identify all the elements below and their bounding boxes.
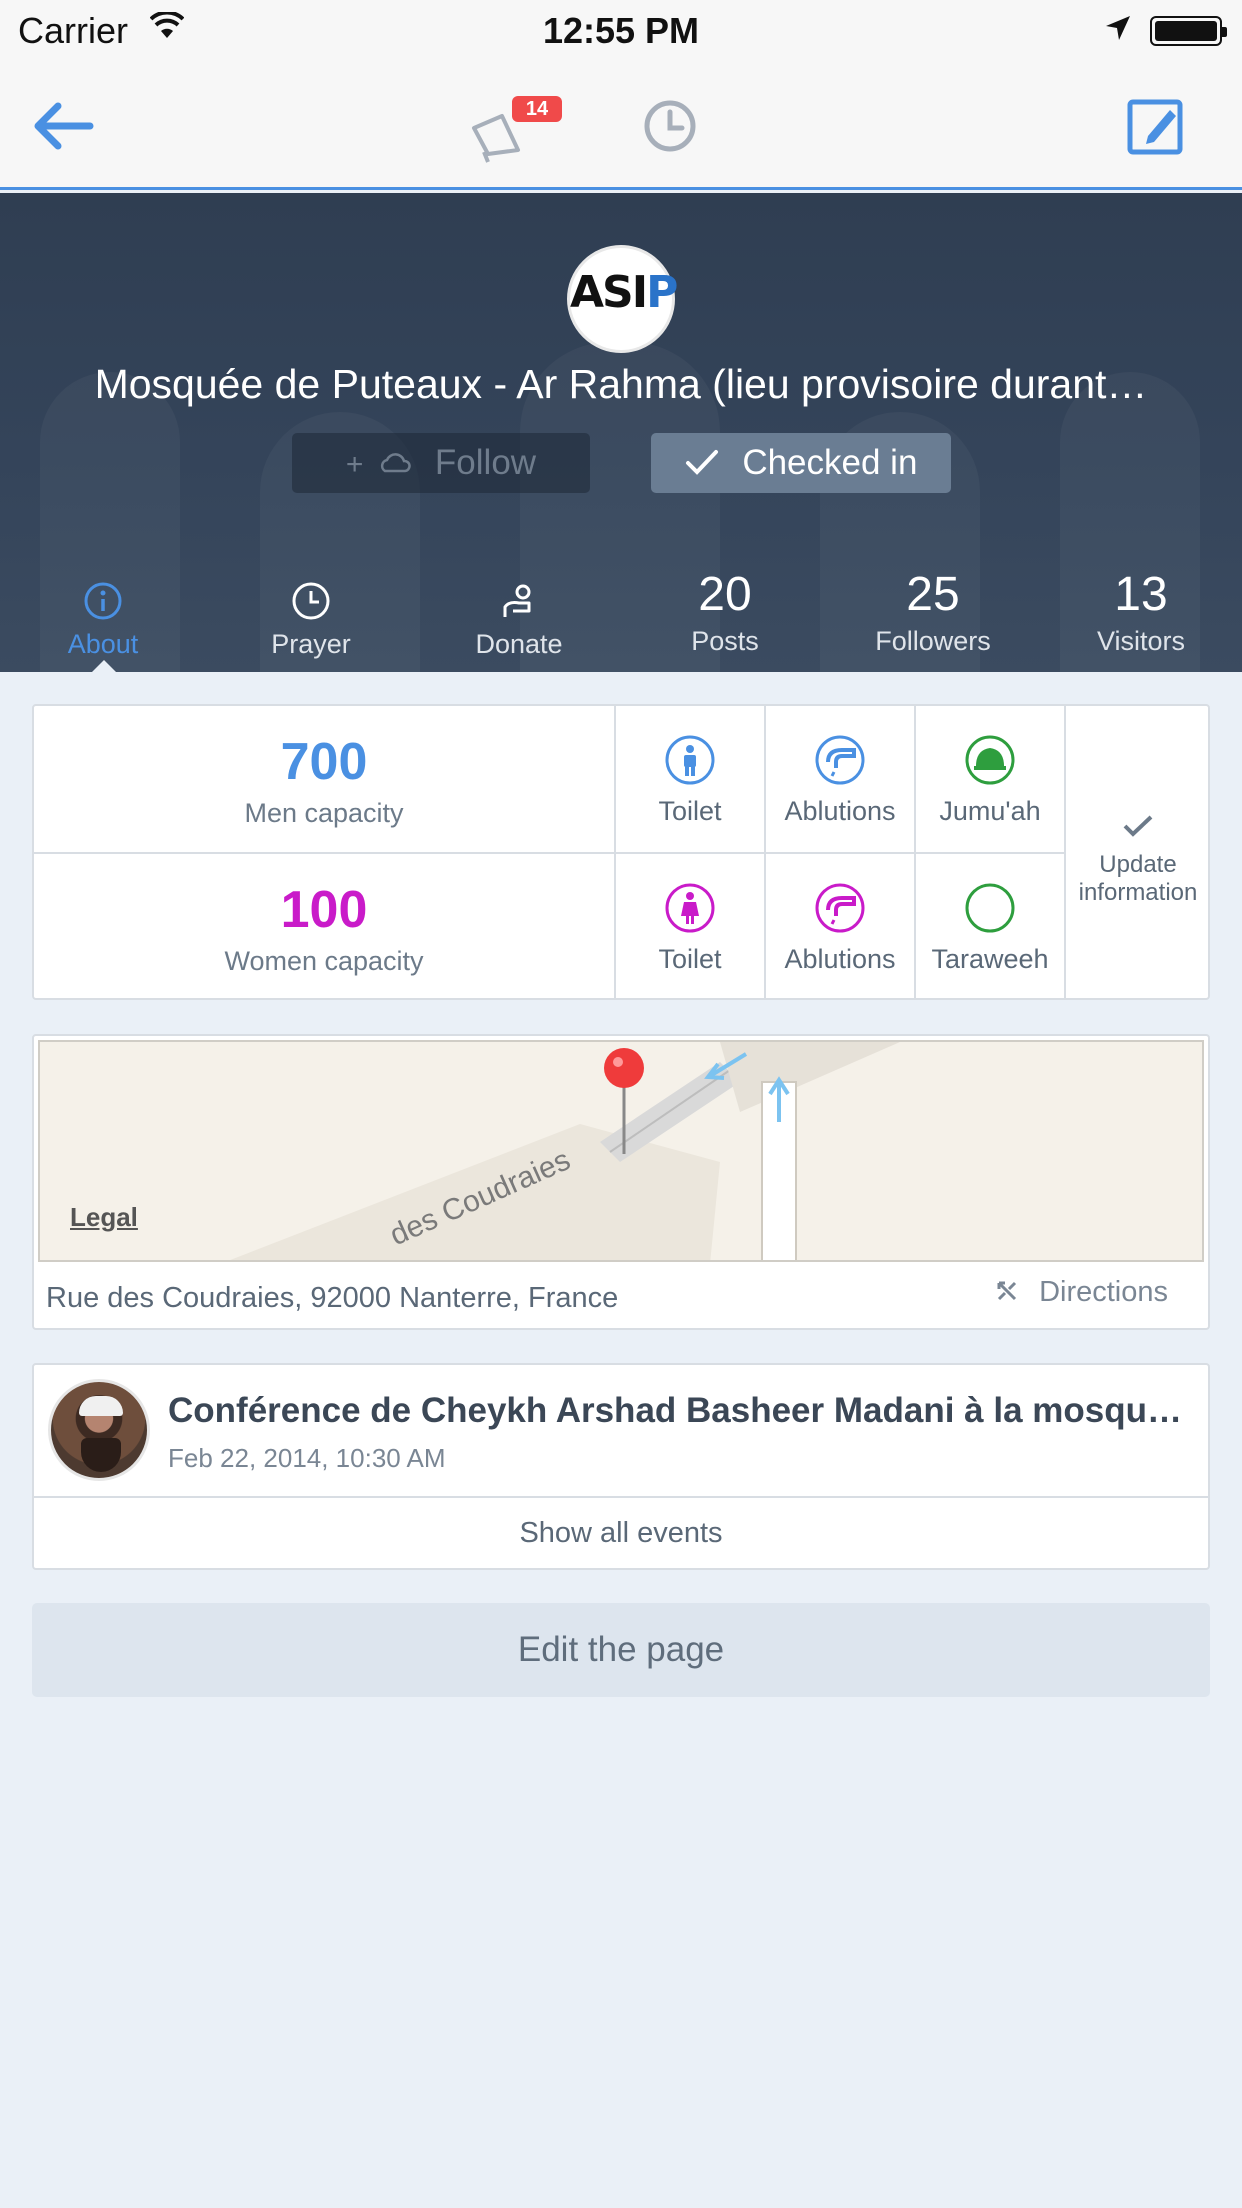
plus-icon: + <box>345 448 364 481</box>
followers-count: 25 <box>906 568 960 621</box>
cloud-icon <box>381 452 411 472</box>
men-ablutions-icon <box>815 735 865 785</box>
location-arrow-icon <box>1106 16 1130 40</box>
women-capacity-label: Women capacity <box>224 946 424 976</box>
followers-label: Followers <box>875 626 991 656</box>
notifications-button[interactable]: 14 <box>468 96 562 166</box>
navigation-bar: 14 <box>0 60 1242 190</box>
stat-followers[interactable]: 25 Followers <box>833 568 1033 657</box>
map-legal-link[interactable]: Legal <box>70 1202 138 1233</box>
event-item[interactable]: Conférence de Cheykh Arshad Basheer Mada… <box>34 1365 1208 1498</box>
women-toilet-cell: Toilet <box>616 854 766 998</box>
update-label-line1: Update <box>1099 851 1177 878</box>
speaker-avatar <box>48 1379 150 1481</box>
jumuah-mosque-icon <box>965 735 1015 785</box>
compose-icon[interactable] <box>1126 96 1186 156</box>
men-toilet-icon <box>665 735 715 785</box>
visitors-count: 13 <box>1114 568 1168 621</box>
posts-count: 20 <box>698 568 752 621</box>
directions-label: Directions <box>1039 1276 1168 1308</box>
stat-visitors[interactable]: 13 Visitors <box>1041 568 1241 657</box>
checkmark-icon <box>685 449 718 475</box>
jumuah-cell: Jumu'ah <box>916 706 1066 854</box>
place-title: Mosquée de Puteaux - Ar Rahma (lieu prov… <box>94 361 1148 407</box>
map-view[interactable]: des Coudraies Legal <box>38 1040 1204 1262</box>
posts-label: Posts <box>691 626 759 656</box>
visitors-label: Visitors <box>1096 626 1186 656</box>
edit-page-button[interactable]: Edit the page <box>32 1603 1210 1697</box>
info-icon <box>84 582 122 620</box>
back-arrow-icon[interactable] <box>30 96 100 156</box>
location-card: des Coudraies Legal Rue des Coudraies, 9… <box>32 1034 1210 1330</box>
place-header: ASIP Mosquée de Puteaux - Ar Rahma (lieu… <box>0 193 1242 672</box>
checked-in-button[interactable]: Checked in <box>651 433 951 493</box>
donate-icon <box>503 584 531 617</box>
men-capacity-label: Men capacity <box>244 798 404 828</box>
women-ablutions-icon <box>815 883 865 933</box>
directions-button[interactable]: Directions <box>995 1276 1168 1309</box>
checkmark-icon <box>1123 815 1153 837</box>
taraweeh-label: Taraweeh <box>931 944 1049 974</box>
men-ablutions-label: Ablutions <box>784 796 896 826</box>
stat-posts[interactable]: 20 Posts <box>625 568 825 657</box>
tab-prayer-label: Prayer <box>271 629 351 659</box>
men-toilet-cell: Toilet <box>616 706 766 854</box>
show-all-events-button[interactable]: Show all events <box>34 1498 1208 1568</box>
events-card: Conférence de Cheykh Arshad Basheer Mada… <box>32 1363 1210 1570</box>
event-date: Feb 22, 2014, 10:30 AM <box>168 1443 446 1473</box>
men-capacity-cell: 700 Men capacity <box>34 706 616 854</box>
facilities-card: 700 Men capacity 100 Women capacity Toil… <box>32 704 1210 1000</box>
battery-icon <box>1150 16 1227 46</box>
event-title: Conférence de Cheykh Arshad Basheer Mada… <box>168 1391 1182 1430</box>
update-label-line2: information <box>1078 879 1198 906</box>
women-ablutions-cell: Ablutions <box>766 854 916 998</box>
tab-donate[interactable]: Donate <box>419 571 619 660</box>
active-tab-indicator <box>92 660 116 672</box>
status-bar: Carrier 12:55 PM <box>0 0 1242 60</box>
women-capacity-cell: 100 Women capacity <box>34 854 616 998</box>
follow-button[interactable]: + Follow <box>292 433 590 493</box>
women-toilet-label: Toilet <box>658 944 722 974</box>
logo-text: ASIP <box>570 267 678 318</box>
tab-about[interactable]: About <box>3 571 203 660</box>
place-logo: ASIP <box>567 245 678 353</box>
map-drawing <box>230 1042 900 1260</box>
men-toilet-label: Toilet <box>658 796 722 826</box>
checked-in-label: Checked in <box>742 443 918 482</box>
clock-time: 12:55 PM <box>542 10 700 51</box>
directions-icon <box>997 1281 1017 1301</box>
tab-donate-label: Donate <box>475 629 563 659</box>
clock-icon <box>292 582 330 620</box>
taraweeh-cell: Taraweeh <box>916 854 1066 998</box>
men-ablutions-cell: Ablutions <box>766 706 916 854</box>
women-toilet-icon <box>665 883 715 933</box>
history-clock-icon[interactable] <box>642 98 698 154</box>
tab-prayer[interactable]: Prayer <box>211 571 411 660</box>
address-text: Rue des Coudraies, 92000 Nanterre, Franc… <box>46 1282 619 1314</box>
men-capacity-value: 700 <box>280 733 368 791</box>
crescent-icon <box>965 883 1015 933</box>
follow-label: Follow <box>434 443 537 482</box>
women-capacity-value: 100 <box>280 881 368 939</box>
notification-badge: 14 <box>512 96 562 122</box>
jumuah-label: Jumu'ah <box>939 796 1041 826</box>
tab-about-label: About <box>67 629 139 659</box>
update-information-button[interactable]: Update information <box>1066 706 1210 998</box>
women-ablutions-label: Ablutions <box>784 944 896 974</box>
